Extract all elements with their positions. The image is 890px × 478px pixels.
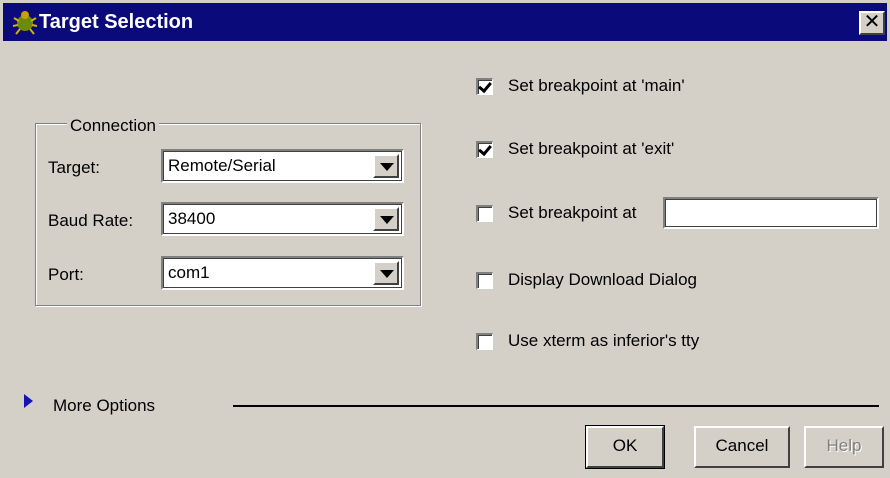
title-bar[interactable]: Target Selection ✕ xyxy=(3,3,887,41)
breakpoint-main-label: Set breakpoint at 'main' xyxy=(508,76,685,95)
breakpoint-at-checkbox[interactable] xyxy=(476,205,493,222)
breakpoint-at-input[interactable] xyxy=(663,197,879,229)
expand-triangle-icon[interactable] xyxy=(24,394,33,408)
port-select-value: com1 xyxy=(168,263,210,282)
breakpoint-exit-label: Set breakpoint at 'exit' xyxy=(508,139,675,158)
separator-line xyxy=(233,405,879,407)
display-download-dialog-label: Display Download Dialog xyxy=(508,270,697,289)
bug-icon xyxy=(12,11,38,35)
ok-button[interactable]: OK xyxy=(585,425,665,469)
close-button[interactable]: ✕ xyxy=(859,11,885,35)
port-select[interactable]: com1 xyxy=(161,256,404,290)
help-button-label: Help xyxy=(826,436,862,455)
chevron-down-icon[interactable] xyxy=(373,154,399,178)
port-label: Port: xyxy=(48,265,84,284)
cancel-button-label: Cancel xyxy=(715,436,769,455)
use-xterm-label: Use xterm as inferior's tty xyxy=(508,331,700,350)
breakpoint-exit-checkbox[interactable] xyxy=(476,141,493,158)
ok-button-label: OK xyxy=(612,436,638,455)
baud-rate-select[interactable]: 38400 xyxy=(161,202,404,236)
more-options-label[interactable]: More Options xyxy=(53,396,155,416)
target-selection-dialog: Target Selection ✕ Connection Target: Re… xyxy=(0,0,890,478)
target-select-value: Remote/Serial xyxy=(168,156,276,175)
window-title: Target Selection xyxy=(39,11,194,33)
breakpoint-at-label: Set breakpoint at xyxy=(508,203,637,222)
baud-rate-label: Baud Rate: xyxy=(48,211,134,230)
help-button[interactable]: Help xyxy=(804,426,884,468)
display-download-dialog-checkbox[interactable] xyxy=(476,272,493,289)
cancel-button[interactable]: Cancel xyxy=(694,426,790,468)
chevron-down-icon[interactable] xyxy=(373,261,399,285)
use-xterm-checkbox[interactable] xyxy=(476,333,493,350)
breakpoint-main-checkbox[interactable] xyxy=(476,78,493,95)
baud-rate-select-value: 38400 xyxy=(168,209,216,228)
connection-group-label: Connection xyxy=(67,116,160,136)
target-select[interactable]: Remote/Serial xyxy=(161,149,404,183)
chevron-down-icon[interactable] xyxy=(373,207,399,231)
close-icon: ✕ xyxy=(863,11,881,33)
target-label: Target: xyxy=(48,158,100,177)
